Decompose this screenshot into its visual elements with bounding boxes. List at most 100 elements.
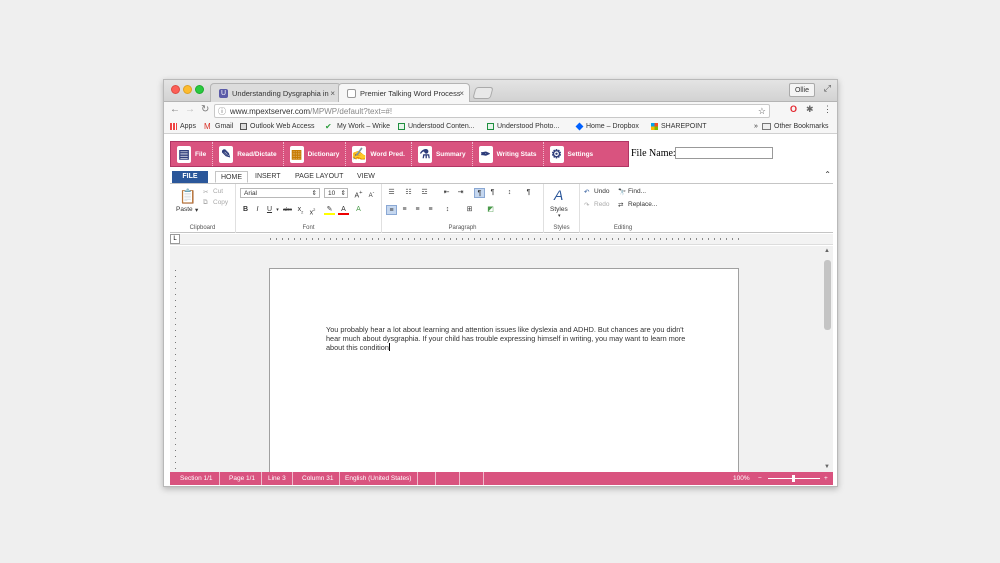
- tab-page-layout[interactable]: PAGE LAYOUT: [290, 171, 348, 183]
- back-icon[interactable]: ←: [170, 104, 180, 115]
- font-name-select[interactable]: Arial ⇕: [240, 188, 320, 198]
- vertical-ruler[interactable]: [170, 246, 180, 472]
- minimize-window-button[interactable]: [183, 85, 192, 94]
- grow-font-icon[interactable]: A+: [353, 188, 364, 199]
- collapse-ribbon-icon[interactable]: ⌃: [824, 170, 831, 179]
- zoom-out-button[interactable]: −: [752, 472, 768, 485]
- styles-icon[interactable]: A: [554, 187, 563, 203]
- scroll-up-icon[interactable]: ▲: [824, 248, 830, 254]
- styles-dropdown-icon[interactable]: ▾: [558, 213, 561, 219]
- bookmark-star-icon[interactable]: ☆: [758, 105, 766, 118]
- extension-gear-icon[interactable]: ✱: [806, 104, 814, 115]
- zoom-in-button[interactable]: +: [818, 472, 834, 485]
- styles-button[interactable]: Styles: [550, 206, 568, 213]
- close-window-button[interactable]: [171, 85, 180, 94]
- multilevel-list-icon[interactable]: ☲: [419, 188, 430, 198]
- bookmark-outlook[interactable]: Outlook Web Access: [240, 123, 314, 130]
- close-tab-icon[interactable]: ×: [330, 89, 335, 98]
- zoom-slider-thumb[interactable]: [792, 475, 795, 482]
- font-size-select[interactable]: 10 ⇕: [324, 188, 348, 198]
- bookmark-gmail[interactable]: M Gmail: [204, 123, 233, 131]
- borders-icon[interactable]: ⊞: [464, 205, 475, 215]
- bookmark-understood-content[interactable]: Understood Conten...: [398, 123, 475, 130]
- ltr-direction-icon[interactable]: ¶: [474, 188, 485, 198]
- vertical-scrollbar[interactable]: ▲ ▼: [821, 246, 833, 472]
- forward-icon[interactable]: →: [185, 104, 195, 115]
- toolbar-file[interactable]: ▤ File: [171, 142, 214, 166]
- toolbar-word-prediction[interactable]: ✍ Word Pred.: [346, 142, 412, 166]
- paste-icon[interactable]: 📋: [179, 188, 196, 205]
- document-body[interactable]: You probably hear a lot about learning a…: [326, 325, 686, 352]
- increase-indent-icon[interactable]: ⇥: [455, 188, 466, 198]
- toolbar-settings[interactable]: ⚙ Settings: [544, 142, 600, 166]
- tab-stop-selector[interactable]: L: [170, 234, 180, 244]
- profile-button[interactable]: Ollie: [788, 83, 815, 97]
- line-spacing-icon[interactable]: ↕: [442, 205, 453, 215]
- replace-button[interactable]: Replace...: [628, 201, 657, 208]
- copy-icon[interactable]: ⧉: [203, 199, 208, 207]
- subscript-button[interactable]: x2: [295, 205, 306, 215]
- redo-button[interactable]: Redo: [594, 201, 610, 208]
- italic-button[interactable]: I: [252, 205, 263, 215]
- bookmark-dropbox[interactable]: Home – Dropbox: [575, 122, 639, 131]
- document-page[interactable]: You probably hear a lot about learning a…: [269, 268, 739, 472]
- bookmark-sharepoint[interactable]: SHAREPOINT: [651, 123, 707, 130]
- align-left-icon[interactable]: ≡: [386, 205, 397, 215]
- paste-button[interactable]: Paste: [176, 206, 193, 213]
- strikethrough-button[interactable]: abc: [282, 205, 293, 215]
- bookmark-understood-photo[interactable]: Understood Photo...: [487, 123, 559, 130]
- clear-formatting-icon[interactable]: A: [353, 205, 364, 215]
- tab-file[interactable]: FILE: [172, 171, 208, 183]
- shading-icon[interactable]: ◩: [485, 205, 496, 215]
- tab-view[interactable]: VIEW: [352, 171, 380, 183]
- new-tab-button[interactable]: [472, 87, 494, 99]
- paste-dropdown-icon[interactable]: ▾: [195, 206, 198, 214]
- show-formatting-icon[interactable]: ¶: [523, 188, 534, 198]
- redo-icon[interactable]: ↷: [584, 201, 589, 209]
- cut-button[interactable]: Cut: [213, 188, 223, 195]
- sort-icon[interactable]: ↕: [504, 188, 515, 198]
- tab-insert[interactable]: INSERT: [250, 171, 286, 183]
- scrollbar-thumb[interactable]: [824, 260, 831, 330]
- file-name-input[interactable]: [675, 147, 773, 159]
- toolbar-dictionary[interactable]: ▦ Dictionary: [284, 142, 347, 166]
- browser-tab[interactable]: U Understanding Dysgraphia in ×: [210, 83, 341, 102]
- cut-icon[interactable]: ✂: [203, 188, 208, 196]
- copy-button[interactable]: Copy: [213, 199, 228, 206]
- url-input[interactable]: ⓘ www.mpextserver.com/MPWP/default?text=…: [214, 104, 770, 118]
- align-right-icon[interactable]: ≡: [412, 205, 423, 215]
- page-info-icon[interactable]: ⓘ: [218, 105, 226, 118]
- font-color-icon[interactable]: A: [338, 205, 349, 215]
- justify-icon[interactable]: ≡: [425, 205, 436, 215]
- browser-tab-active[interactable]: Premier Talking Word Process ×: [338, 83, 470, 102]
- replace-icon[interactable]: ⇄: [618, 201, 623, 209]
- toolbar-read-dictate[interactable]: ✎ Read/Dictate: [213, 142, 284, 166]
- decrease-indent-icon[interactable]: ⇤: [441, 188, 452, 198]
- undo-button[interactable]: Undo: [594, 188, 610, 195]
- highlight-color-icon[interactable]: ✎: [324, 205, 335, 215]
- undo-icon[interactable]: ↶: [584, 188, 589, 196]
- tab-home[interactable]: HOME: [215, 171, 248, 183]
- align-center-icon[interactable]: ≡: [399, 205, 410, 215]
- chrome-menu-icon[interactable]: ⋮: [823, 104, 832, 115]
- horizontal-ruler[interactable]: L: [170, 234, 833, 245]
- numbering-icon[interactable]: ☷: [403, 188, 414, 198]
- more-bookmarks-button[interactable]: »: [754, 123, 758, 130]
- rtl-direction-icon[interactable]: ¶: [487, 188, 498, 198]
- opera-extension-icon[interactable]: O: [790, 104, 797, 114]
- fullscreen-icon[interactable]: ⤢: [824, 83, 831, 94]
- other-bookmarks[interactable]: Other Bookmarks: [762, 123, 828, 130]
- bold-button[interactable]: B: [240, 205, 251, 215]
- reload-icon[interactable]: ↻: [201, 104, 209, 115]
- bullets-icon[interactable]: ☰: [386, 188, 397, 198]
- find-icon[interactable]: 🔭: [618, 188, 626, 196]
- close-tab-icon[interactable]: ×: [459, 89, 464, 98]
- toolbar-writing-stats[interactable]: ✒ Writing Stats: [473, 142, 544, 166]
- toolbar-summary[interactable]: ⚗ Summary: [412, 142, 473, 166]
- scroll-down-icon[interactable]: ▼: [824, 464, 830, 470]
- maximize-window-button[interactable]: [195, 85, 204, 94]
- bookmark-apps[interactable]: Apps: [170, 123, 196, 130]
- superscript-button[interactable]: x2: [307, 205, 318, 216]
- shrink-font-icon[interactable]: A-: [366, 188, 377, 199]
- find-button[interactable]: Find...: [628, 188, 646, 195]
